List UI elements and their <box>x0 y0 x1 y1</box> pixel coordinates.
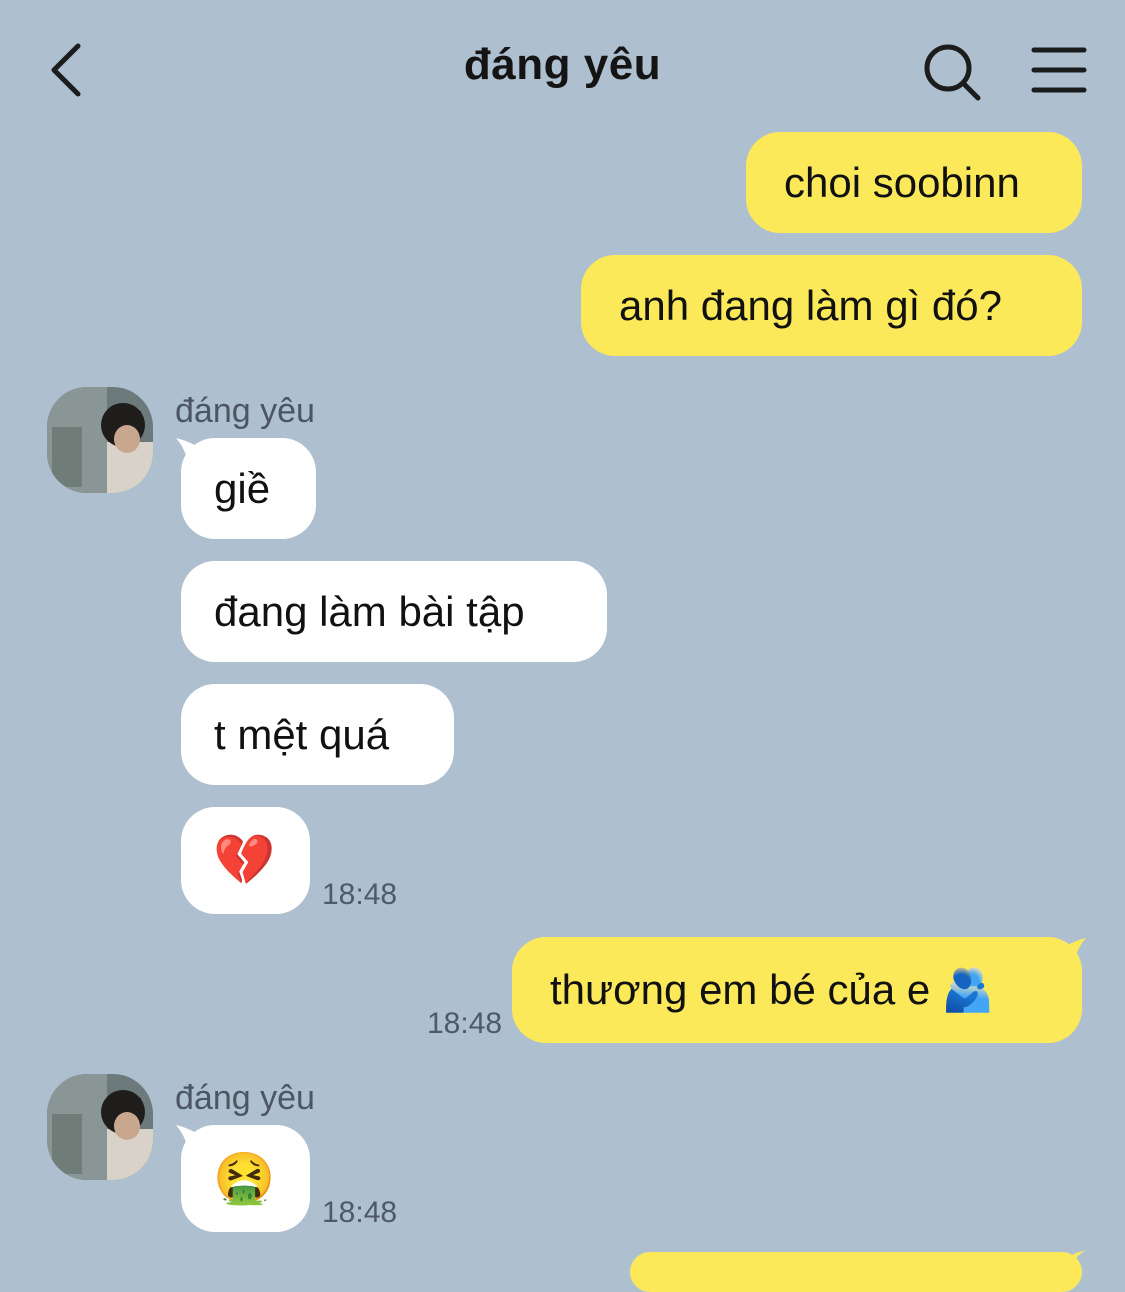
profile-photo <box>47 387 153 493</box>
vomiting-face-emoji: 🤮 <box>213 1150 276 1206</box>
their-message-bubble[interactable]: đang làm bài tập <box>181 561 607 662</box>
search-button[interactable] <box>920 40 984 104</box>
message-timestamp: 18:48 <box>322 1196 398 1229</box>
my-message-bubble[interactable]: thương em bé của e 🫂 <box>512 937 1082 1043</box>
avatar[interactable] <box>47 387 153 493</box>
message-text: choi soobinn <box>784 158 1020 206</box>
chat-header: đáng yêu <box>0 0 1125 130</box>
message-text: giề <box>214 464 271 512</box>
search-icon <box>924 44 981 101</box>
avatar[interactable] <box>47 1074 153 1180</box>
their-message-bubble[interactable]: 💔 <box>181 807 310 914</box>
message-text: t mệt quá <box>214 710 390 758</box>
sender-name: đáng yêu <box>175 1079 315 1117</box>
hamburger-menu-icon <box>1031 47 1087 93</box>
message-timestamp: 18:48 <box>322 878 398 911</box>
their-message-bubble[interactable]: giề <box>181 438 316 539</box>
their-message-bubble[interactable]: 🤮 <box>181 1125 310 1232</box>
menu-button[interactable] <box>1030 44 1088 98</box>
my-message-bubble[interactable]: choi soobinn <box>746 132 1082 233</box>
sender-name: đáng yêu <box>175 392 315 430</box>
message-text: đang làm bài tập <box>214 587 525 635</box>
my-message-bubble-partial[interactable] <box>630 1252 1082 1292</box>
their-message-bubble[interactable]: t mệt quá <box>181 684 454 785</box>
broken-heart-emoji: 💔 <box>213 832 276 888</box>
message-timestamp: 18:48 <box>427 1007 503 1040</box>
message-text: anh đang làm gì đó? <box>619 281 1002 329</box>
message-text: thương em bé của e 🫂 <box>550 965 995 1013</box>
my-message-bubble[interactable]: anh đang làm gì đó? <box>581 255 1082 356</box>
profile-photo <box>47 1074 153 1180</box>
